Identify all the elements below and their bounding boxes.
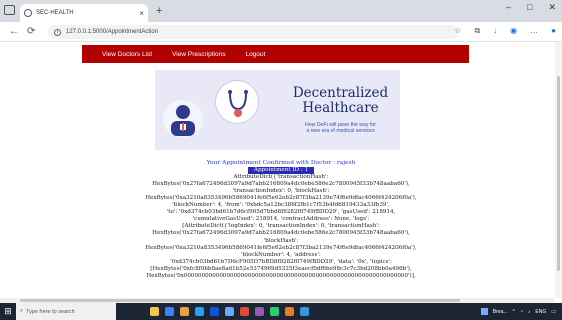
app-icon[interactable]	[225, 307, 234, 316]
vertical-scrollbar[interactable]	[555, 42, 562, 298]
receipt-line: '0xd374cb03bd61b7D6cF905D7bBD8f9282f0749…	[170, 258, 392, 265]
reload-icon[interactable]: ⟳	[27, 26, 35, 37]
maximize-icon[interactable]: □	[527, 2, 532, 13]
edge-copilot-icon[interactable]: ●	[551, 26, 556, 36]
language-indicator[interactable]: ENG	[535, 309, 546, 315]
receipt-line: HexBytes('0x27fa672496d3097a9d7abb216809…	[152, 181, 410, 188]
receipt-line: HexBytes('0x0000000000000000000000000000…	[146, 272, 416, 279]
receipt-line: [HexBytes('0xfc8f0bb8ae8ad1b52e5374969d5…	[150, 265, 412, 272]
window-controls: – □ ✕	[506, 2, 556, 13]
hero-title-line-1: Decentralized	[292, 85, 389, 101]
tab-close-icon[interactable]: ×	[139, 9, 144, 18]
receipt-line: 'blockHash':	[263, 237, 299, 244]
confirmation-message: Your Appointment Confirmed with Doctor :…	[206, 160, 356, 166]
profile-icon[interactable]: ◉	[510, 26, 517, 36]
taskbar-apps	[150, 307, 309, 316]
weather-icon[interactable]	[480, 308, 488, 315]
system-tray: Brea... ^ ◔ ♪ ENG ▭	[480, 303, 556, 320]
app-icon[interactable]	[240, 307, 249, 316]
hero-subtitle: How DeFi will pave the way for a new era…	[283, 122, 398, 134]
receipt-line: HexBytes('0xa3210a8353496b5869041fe6f5e6…	[145, 195, 417, 202]
windows-taskbar: ⊞ ⌕ Type here to search Brea... ^ ◔ ♪ EN…	[0, 303, 562, 320]
hero-banner: Decentralized Healthcare How DeFi will p…	[155, 70, 400, 150]
close-window-icon[interactable]: ✕	[548, 2, 556, 13]
doctor-avatar-icon	[163, 100, 203, 138]
taskbar-search[interactable]: ⌕ Type here to search	[16, 303, 116, 320]
task-view-icon[interactable]	[150, 307, 159, 316]
more-options-icon[interactable]: …	[530, 26, 538, 36]
top-navbar: View Doctors List View Prescriptions Log…	[82, 45, 469, 63]
url-text: 127.0.0.1:5000/AppointmentAction	[66, 29, 159, 35]
edge-app-icon[interactable]	[165, 307, 174, 316]
app-icon[interactable]	[285, 307, 294, 316]
receipt-line: HexBytes('0x27fa672496d3097a9d7abb216809…	[152, 230, 410, 237]
receipt-line: 'blockNumber': 4, 'address':	[241, 251, 321, 258]
window-menu-icon[interactable]	[4, 5, 15, 15]
weather-text: Brea...	[492, 308, 508, 315]
web-page: View Doctors List View Prescriptions Log…	[0, 42, 562, 298]
search-placeholder: Type here to search	[26, 308, 75, 315]
globe-icon	[24, 9, 32, 17]
receipt-line: 'blockNumber': 4, 'from': '0xbdc5a12bc38…	[172, 202, 390, 209]
app-icon[interactable]	[255, 307, 264, 316]
file-explorer-icon[interactable]	[180, 307, 189, 316]
address-bar-row: ← ⟳ i 127.0.0.1:5000/AppointmentAction ☆…	[0, 22, 562, 42]
nav-view-doctors-list[interactable]: View Doctors List	[102, 51, 152, 58]
horizontal-scroll-thumb[interactable]	[20, 299, 460, 302]
notification-icon[interactable]: ▭	[551, 309, 556, 315]
windows-start-icon[interactable]: ⊞	[0, 303, 16, 320]
browser-tab[interactable]: SEC-HEALTH ×	[20, 4, 148, 22]
app-icon[interactable]	[270, 307, 279, 316]
browser-toolbar: ☆ ⧉ ↓ ◉ … ●	[454, 26, 556, 36]
tab-title: SEC-HEALTH	[36, 10, 74, 16]
search-icon: ⌕	[20, 308, 24, 314]
back-icon[interactable]: ←	[9, 26, 19, 37]
browser-tab-strip: SEC-HEALTH × + – □ ✕	[0, 0, 562, 22]
download-icon[interactable]: ↓	[493, 26, 497, 36]
hero-subtitle-line-2: a new era of medical services	[306, 128, 375, 134]
network-icon[interactable]: ◔	[520, 309, 523, 315]
favorite-star-icon[interactable]: ☆	[454, 26, 461, 36]
site-info-icon[interactable]: i	[54, 28, 61, 36]
store-app-icon[interactable]	[195, 307, 204, 316]
hero-title-line-2: Healthcare	[302, 100, 379, 116]
nav-view-prescriptions[interactable]: View Prescriptions	[172, 51, 225, 58]
collections-icon[interactable]: ⧉	[474, 26, 480, 36]
nav-logout[interactable]: Logout	[245, 51, 265, 58]
minimize-icon[interactable]: –	[506, 2, 511, 13]
mail-app-icon[interactable]	[210, 307, 219, 316]
tray-chevron-icon[interactable]: ^	[513, 309, 515, 315]
app-icon[interactable]	[300, 307, 309, 316]
volume-icon[interactable]: ♪	[528, 309, 531, 315]
new-tab-button[interactable]: +	[156, 5, 162, 17]
hero-title: Decentralized Healthcare	[283, 86, 398, 116]
receipt-line: HexBytes('0xa3210a8353496b5869041fe6f5e6…	[145, 244, 417, 251]
vertical-scroll-thumb[interactable]	[557, 76, 560, 271]
appointment-result: Your Appointment Confirmed with Doctor :…	[0, 160, 562, 280]
receipt-line: 'to': '0xd374cb03bd61b7d6cf905d7bbd8f928…	[166, 209, 396, 216]
stethoscope-icon	[215, 80, 259, 124]
url-field[interactable]: i 127.0.0.1:5000/AppointmentAction	[48, 25, 458, 39]
